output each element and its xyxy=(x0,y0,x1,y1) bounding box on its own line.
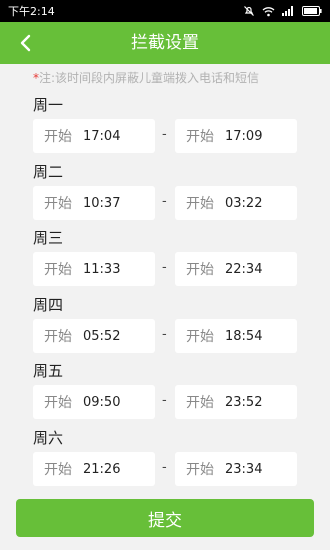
range-separator: - xyxy=(162,127,167,142)
start-time-value: 21:26 xyxy=(83,461,121,477)
start-time-field[interactable]: 开始 05:52 xyxy=(33,319,155,353)
end-keyword: 开始 xyxy=(186,262,214,278)
range-separator: - xyxy=(162,260,167,275)
end-time-field[interactable]: 开始 18:54 xyxy=(175,319,297,353)
range-separator: - xyxy=(162,327,167,342)
end-time-field[interactable]: 开始 17:09 xyxy=(175,119,297,153)
start-time-value: 09:50 xyxy=(83,394,121,410)
start-keyword: 开始 xyxy=(44,129,72,145)
range-separator: - xyxy=(162,393,167,408)
end-time-field[interactable]: 开始 23:34 xyxy=(175,452,297,486)
start-keyword: 开始 xyxy=(44,196,72,212)
back-arrow-icon xyxy=(20,34,31,52)
status-icons xyxy=(243,5,322,17)
note-text: 注:该时间段内屏蔽儿童端拨入电话和短信 xyxy=(39,71,260,85)
end-time-value: 23:34 xyxy=(225,461,263,477)
start-keyword: 开始 xyxy=(44,462,72,478)
back-button[interactable] xyxy=(10,28,40,58)
mute-icon xyxy=(243,5,255,17)
start-time-value: 05:52 xyxy=(83,328,121,344)
day-label: 周四 xyxy=(33,296,64,314)
end-time-field[interactable]: 开始 22:34 xyxy=(175,252,297,286)
end-time-value: 17:09 xyxy=(225,128,263,144)
day-label: 周六 xyxy=(33,429,64,447)
range-separator: - xyxy=(162,194,167,209)
start-keyword: 开始 xyxy=(44,329,72,345)
end-keyword: 开始 xyxy=(186,395,214,411)
start-time-field[interactable]: 开始 10:37 xyxy=(33,186,155,220)
start-time-field[interactable]: 开始 11:33 xyxy=(33,252,155,286)
start-time-field[interactable]: 开始 17:04 xyxy=(33,119,155,153)
start-keyword: 开始 xyxy=(44,395,72,411)
end-keyword: 开始 xyxy=(186,129,214,145)
end-keyword: 开始 xyxy=(186,329,214,345)
start-time-value: 11:33 xyxy=(83,261,121,277)
battery-icon xyxy=(302,6,322,16)
end-keyword: 开始 xyxy=(186,196,214,212)
day-label: 周二 xyxy=(33,163,64,181)
end-time-field[interactable]: 开始 23:52 xyxy=(175,385,297,419)
submit-button[interactable]: 提交 xyxy=(16,499,314,537)
status-bar: 下午2:14 xyxy=(0,0,330,22)
start-time-value: 10:37 xyxy=(83,195,121,211)
start-time-value: 17:04 xyxy=(83,128,121,144)
day-label: 周五 xyxy=(33,362,64,380)
range-separator: - xyxy=(162,460,167,475)
end-time-value: 18:54 xyxy=(225,328,263,344)
start-time-field[interactable]: 开始 09:50 xyxy=(33,385,155,419)
start-time-field[interactable]: 开始 21:26 xyxy=(33,452,155,486)
start-keyword: 开始 xyxy=(44,262,72,278)
end-time-value: 22:34 xyxy=(225,261,263,277)
blocking-note: *注:该时间段内屏蔽儿童端拨入电话和短信 xyxy=(33,69,259,86)
wifi-icon xyxy=(262,6,275,17)
end-keyword: 开始 xyxy=(186,462,214,478)
page-title: 拦截设置 xyxy=(131,33,199,53)
end-time-field[interactable]: 开始 03:22 xyxy=(175,186,297,220)
day-label: 周一 xyxy=(33,96,64,114)
end-time-value: 03:22 xyxy=(225,195,263,211)
signal-icon xyxy=(282,6,295,16)
status-time: 下午2:14 xyxy=(8,5,55,18)
day-label: 周三 xyxy=(33,229,64,247)
end-time-value: 23:52 xyxy=(225,394,263,410)
title-bar: 拦截设置 xyxy=(0,22,330,64)
